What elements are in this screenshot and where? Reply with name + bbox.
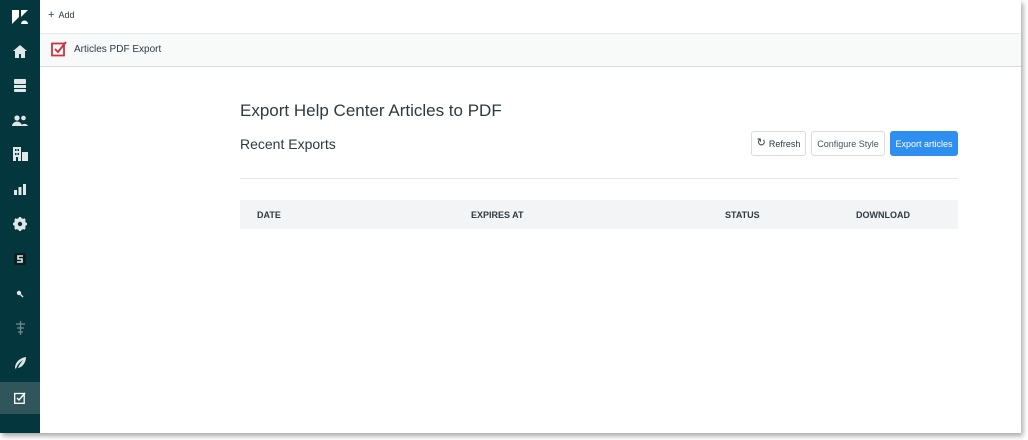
configure-style-button[interactable]: Configure Style [811,131,885,156]
app-checkbox-icon [51,41,67,62]
app-tab-articles-pdf-export[interactable]: Articles PDF Export [40,34,216,67]
sidebar [0,0,40,433]
app-window: + Add Articles PDF Export Export Help Ce… [0,0,1021,433]
search-dot-icon[interactable] [0,279,40,309]
feather-icon[interactable] [0,348,40,378]
zendesk-logo-icon[interactable] [0,2,40,32]
main-content: Export Help Center Articles to PDF Recen… [40,67,1021,433]
section-title: Recent Exports [240,136,336,152]
app-s-icon[interactable] [0,244,40,274]
refresh-label: Refresh [768,138,801,149]
organizations-icon[interactable] [0,139,40,169]
plus-icon: + [48,8,55,21]
admin-gear-icon[interactable] [0,209,40,239]
app-tab-bar: Articles PDF Export [40,34,1021,67]
column-header-date: DATE [257,210,281,220]
views-icon[interactable] [0,70,40,100]
add-label: Add [58,10,75,20]
divider [240,178,958,179]
add-button[interactable]: + Add [48,8,75,21]
column-header-download: DOWNLOAD [856,210,910,220]
refresh-button[interactable]: ↻ Refresh [751,131,806,156]
page-title: Export Help Center Articles to PDF [240,101,502,120]
customers-icon[interactable] [0,105,40,135]
exports-table-header: DATE EXPIRES AT STATUS DOWNLOAD [240,200,958,229]
column-header-status: STATUS [725,210,760,220]
reporting-icon[interactable] [0,174,40,204]
refresh-icon: ↻ [756,137,766,149]
home-icon[interactable] [0,36,40,66]
column-header-expires-at: EXPIRES AT [471,210,524,220]
apps-tree-icon[interactable] [0,313,40,343]
top-bar: + Add [40,0,1021,34]
app-tab-label: Articles PDF Export [74,44,162,55]
export-articles-button[interactable]: Export articles [890,131,958,156]
articles-pdf-export-icon[interactable] [0,382,40,414]
